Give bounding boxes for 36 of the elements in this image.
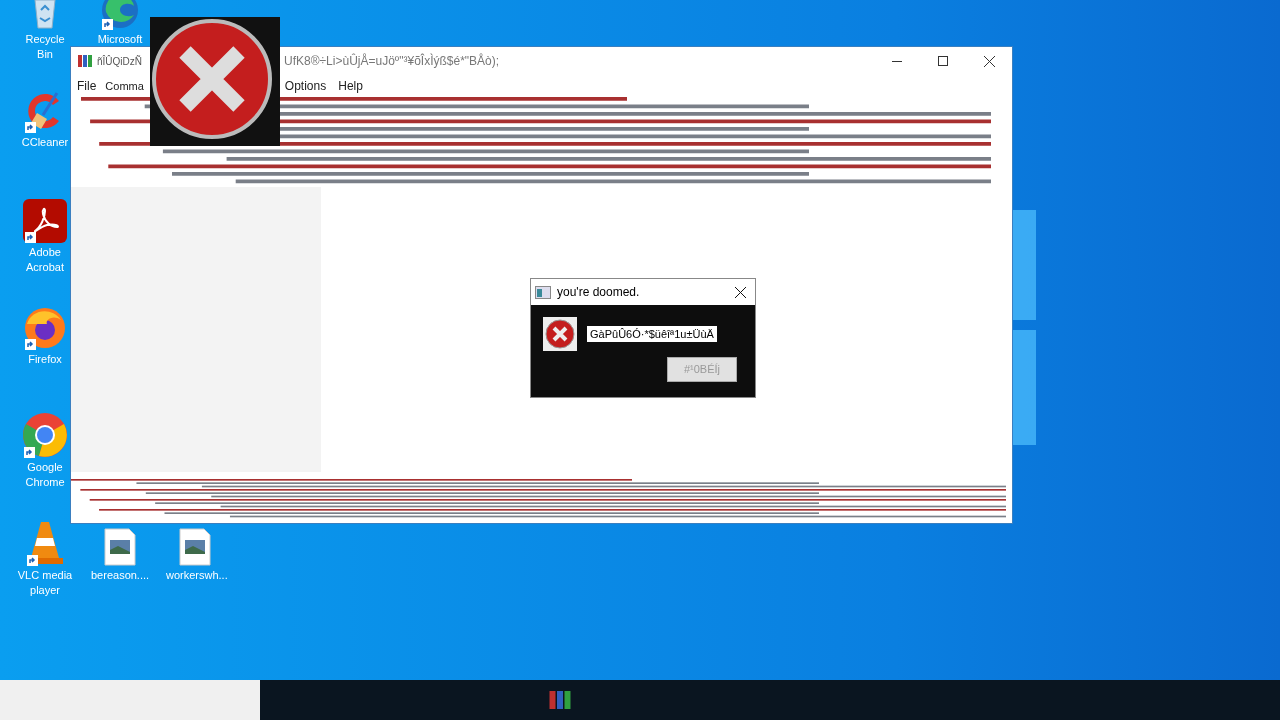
shortcut-arrow-icon: [24, 447, 35, 458]
desktop-icon-label[interactable]: Microsoft: [97, 32, 143, 47]
books-app-icon: [77, 53, 93, 69]
dialog-button[interactable]: #¹0BÉÍj: [667, 357, 737, 382]
close-icon: [734, 286, 746, 298]
shortcut-arrow-icon: [25, 339, 36, 350]
image-file-icon: [179, 528, 211, 566]
menu-item[interactable]: File: [71, 77, 103, 95]
error-icon: [543, 317, 577, 351]
desktop-icon-label[interactable]: Recycle Bin: [16, 32, 74, 62]
pdf-document-icon: [23, 199, 67, 243]
desktop-icon-label[interactable]: VLC media player: [16, 568, 74, 598]
shortcut-arrow-icon: [102, 19, 113, 30]
close-icon: [983, 55, 995, 67]
error-icon: [150, 17, 280, 146]
chrome-logo-icon: [22, 412, 68, 458]
menu-item[interactable]: Comma: [102, 77, 147, 95]
window-title: UfK8®÷Li>ùÛjÅ=uJöº"³¥õÎxÌýß$é*"BÅò);: [284, 52, 500, 70]
desktop-icon-label[interactable]: CCleaner: [21, 135, 69, 150]
desktop-icon-label[interactable]: Firefox: [28, 352, 62, 367]
window-title: ñÎÛQiDzÑ: [97, 54, 142, 69]
books-app-icon[interactable]: [548, 688, 572, 712]
desktop-icon-label[interactable]: Google Chrome: [16, 460, 74, 490]
swirl-logo-icon: [100, 0, 140, 30]
menu-item[interactable]: Help: [332, 77, 369, 95]
shortcut-arrow-icon: [27, 555, 38, 566]
shortcut-arrow-icon: [25, 232, 36, 243]
shortcut-arrow-icon: [25, 122, 36, 133]
fox-globe-icon: [23, 306, 67, 350]
error-message: GàPûÛ6Ó·*$üêîª1u±ÜùÄ: [587, 325, 717, 343]
dialog-title: you're doomed.: [557, 284, 641, 301]
desktop-icon-label[interactable]: bereason....: [91, 568, 149, 583]
window-icon: [535, 285, 551, 299]
desktop-icon-label[interactable]: Adobe Acrobat: [16, 245, 74, 275]
menu-item[interactable]: Options: [278, 77, 333, 95]
image-file-icon: [104, 528, 136, 566]
